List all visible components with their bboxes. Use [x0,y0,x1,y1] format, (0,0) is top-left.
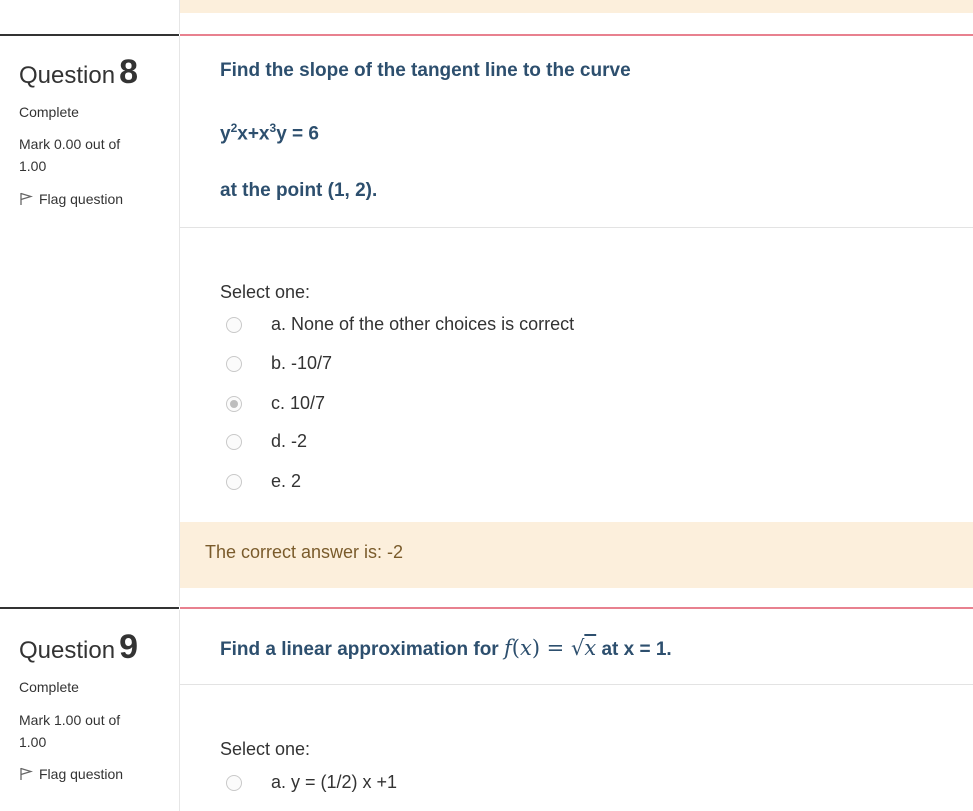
question-label: Question [19,62,116,89]
question-text-prefix: Find a linear approximation for [220,639,499,660]
answer-option-a[interactable]: a. y = (1/2) x +1 [226,771,397,795]
answer-option-d[interactable]: d. -2 [226,430,307,454]
question-number: Question 9 [19,628,138,667]
answer-option-e[interactable]: e. 2 [226,470,301,494]
question-text-suffix: at x = 1. [601,639,672,660]
question-state: Complete [19,104,79,120]
question-number-value: 8 [119,53,138,91]
feedback-text: The correct answer is: -2 [205,542,404,562]
previous-feedback-box [180,0,973,13]
question-grade: Mark 1.00 out of 1.00 [19,712,121,750]
flag-label: Flag question [39,766,124,782]
answer-label: d. -2 [271,431,308,451]
question-number: Question 8 [19,53,138,92]
question-rule [0,34,179,36]
answer-label: a. y = (1/2) x +1 [271,772,398,792]
question-rule-accent [180,34,973,36]
question-label: Question [19,637,116,664]
radio-button[interactable] [226,775,242,791]
select-prompt: Select one: [220,739,311,759]
radio-button[interactable] [226,474,242,490]
section-divider [180,227,973,228]
question-text-line1: Find the slope of the tangent line to th… [220,60,631,81]
radio-button[interactable] [226,317,242,333]
column-divider [179,610,180,811]
answer-label: b. -10/7 [271,353,333,373]
section-divider [180,684,973,685]
question-text-line3: at the point (1, 2). [220,180,378,201]
question-state: Complete [19,679,79,695]
answer-option-c[interactable]: c. 10/7 [226,392,325,416]
question-rule [0,607,179,609]
radio-button-selected[interactable] [226,396,242,412]
flag-icon [20,767,33,780]
flag-label: Flag question [39,191,124,207]
question-number-value: 9 [119,628,138,666]
radio-button[interactable] [226,434,242,450]
correct-answer-feedback: The correct answer is: -2 [180,522,973,588]
column-divider [179,0,180,34]
select-prompt: Select one: [220,282,311,302]
radio-button[interactable] [226,356,242,372]
answer-option-b[interactable]: b. -10/7 [226,352,332,376]
question-grade: Mark 0.00 out of 1.00 [19,136,121,174]
answer-label: c. 10/7 [271,393,326,413]
math-expression: f(x) = √x [503,636,597,660]
answer-label: e. 2 [271,471,302,491]
flag-icon [20,192,33,205]
column-divider [179,36,180,606]
question-text: Find a linear approximation for f(x) = √… [220,636,672,661]
answer-label: a. None of the other choices is correct [271,314,575,334]
flag-question-link[interactable]: Flag question [19,191,123,207]
answer-option-a[interactable]: a. None of the other choices is correct [226,313,574,337]
question-equation: y2x+x3y = 6 [220,121,319,145]
question-rule-accent [180,607,973,609]
flag-question-link[interactable]: Flag question [19,766,123,782]
